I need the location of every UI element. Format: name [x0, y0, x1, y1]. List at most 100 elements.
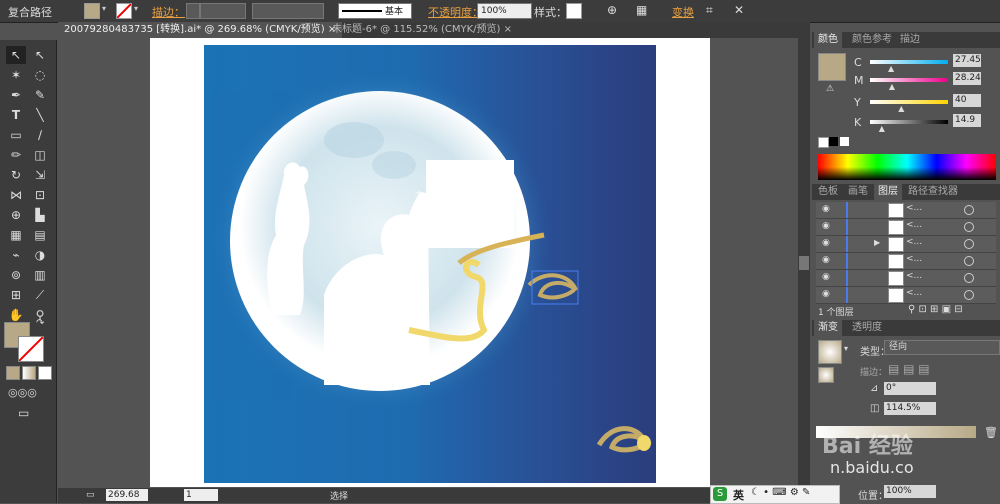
- layer-name[interactable]: <...: [906, 237, 922, 247]
- yellow-value-input[interactable]: 40: [953, 94, 981, 107]
- line-tool-icon[interactable]: ╲: [30, 106, 50, 124]
- stroke-dropdown-icon[interactable]: ▾: [134, 4, 138, 13]
- delete-stop-icon[interactable]: 🗑: [984, 426, 998, 439]
- layer-row[interactable]: ◉ <...: [816, 219, 996, 236]
- tab-swatches[interactable]: 色板: [814, 184, 842, 200]
- pencil-icon[interactable]: ✏: [6, 146, 26, 164]
- scale-tool-icon[interactable]: ⇲: [30, 166, 50, 184]
- free-transform-icon[interactable]: ⊡: [30, 186, 50, 204]
- opacity-label[interactable]: 不透明度：: [428, 4, 483, 20]
- symbol-sprayer-icon[interactable]: ⊚: [6, 266, 26, 284]
- vertical-scrollbar[interactable]: [798, 38, 810, 488]
- paintbrush-icon[interactable]: ∕: [30, 126, 50, 144]
- layer-row[interactable]: ◉ <...: [816, 287, 996, 304]
- tab-document-1[interactable]: 20079280483735 [转换].ai* @ 269.68% (CMYK/…: [58, 22, 343, 38]
- brush-definition-dropdown[interactable]: 基本: [338, 3, 412, 19]
- rectangle-tool-icon[interactable]: ▭: [6, 126, 26, 144]
- black-value-input[interactable]: 14.9: [953, 114, 981, 127]
- layer-row[interactable]: ◉ <...: [816, 202, 996, 219]
- target-circle-icon[interactable]: [964, 222, 974, 232]
- artwork[interactable]: [204, 45, 656, 483]
- slider-thumb-icon[interactable]: ▲: [888, 64, 894, 73]
- mesh-tool-icon[interactable]: ▦: [6, 226, 26, 244]
- fill-swatch[interactable]: [84, 3, 100, 19]
- curvature-tool-icon[interactable]: ✎: [30, 86, 50, 104]
- slider-thumb-icon[interactable]: ▲: [898, 104, 904, 113]
- graph-tool-icon[interactable]: ▥: [30, 266, 50, 284]
- eye-icon[interactable]: ◉: [822, 204, 830, 214]
- eraser-icon[interactable]: ◫: [30, 146, 50, 164]
- layer-row[interactable]: ◉ <...: [816, 253, 996, 270]
- magenta-slider[interactable]: [870, 78, 948, 82]
- layer-row[interactable]: ◉ ▶ <...: [816, 236, 996, 253]
- target-circle-icon[interactable]: [964, 205, 974, 215]
- cyan-value-input[interactable]: 27.45: [953, 54, 981, 67]
- lasso-icon[interactable]: ◌: [30, 66, 50, 84]
- stroke-weight-stepper[interactable]: [186, 3, 200, 19]
- black-color-icon[interactable]: [829, 137, 838, 146]
- cyan-slider[interactable]: [870, 60, 948, 64]
- magenta-value-input[interactable]: 28.24: [953, 72, 981, 85]
- panel-menu-icon[interactable]: ✕: [734, 3, 744, 17]
- zoom-input[interactable]: 269.68: [106, 489, 148, 501]
- eye-icon[interactable]: ◉: [822, 238, 830, 248]
- screen-mode-icon[interactable]: ▭: [18, 406, 29, 420]
- artboard-tool-icon[interactable]: ⊞: [6, 286, 26, 304]
- eye-icon[interactable]: ◉: [822, 255, 830, 265]
- layer-row[interactable]: ◉ <...: [816, 270, 996, 287]
- layer-name[interactable]: <...: [906, 254, 922, 264]
- tab-color[interactable]: 颜色: [814, 32, 842, 48]
- color-spectrum[interactable]: [818, 154, 996, 180]
- expand-arrow-icon[interactable]: ▶: [874, 238, 880, 247]
- opacity-input[interactable]: 100%: [477, 3, 532, 19]
- slice-tool-icon[interactable]: ⟋: [30, 286, 50, 304]
- transform-label[interactable]: 变换: [672, 4, 694, 20]
- ime-tools-icons[interactable]: ☾ • ⌨ ⚙ ✎: [751, 487, 810, 498]
- layer-name[interactable]: <...: [906, 203, 922, 213]
- none-mode-icon[interactable]: [38, 366, 52, 380]
- layer-name[interactable]: <...: [906, 271, 922, 281]
- color-mode-icon[interactable]: [6, 366, 20, 380]
- stroke-color-box[interactable]: [18, 336, 44, 362]
- target-circle-icon[interactable]: [964, 239, 974, 249]
- recolor-artwork-icon[interactable]: ⊕: [607, 3, 617, 17]
- ime-language-label[interactable]: 英: [733, 487, 744, 503]
- eye-icon[interactable]: ◉: [822, 289, 830, 299]
- selection-tool-icon[interactable]: ↖: [6, 46, 26, 64]
- isolate-icon[interactable]: ⌗: [706, 3, 713, 18]
- target-circle-icon[interactable]: [964, 273, 974, 283]
- perspective-grid-icon[interactable]: ▙: [30, 206, 50, 224]
- magic-wand-icon[interactable]: ✶: [6, 66, 26, 84]
- align-icon[interactable]: ▦: [636, 3, 647, 17]
- gradient-type-select[interactable]: 径向: [884, 340, 1000, 355]
- type-tool-icon[interactable]: T: [6, 106, 26, 124]
- gamut-warning-icon[interactable]: ⚠: [826, 84, 834, 94]
- eyedropper-icon[interactable]: ⌁: [6, 246, 26, 264]
- pen-tool-icon[interactable]: ✒: [6, 86, 26, 104]
- tab-brushes[interactable]: 画笔: [844, 184, 872, 200]
- width-tool-icon[interactable]: ⋈: [6, 186, 26, 204]
- target-circle-icon[interactable]: [964, 290, 974, 300]
- stroke-weight-input[interactable]: [200, 3, 246, 19]
- tab-document-2[interactable]: 未标题-6* @ 115.52% (CMYK/预览) ×: [326, 22, 518, 38]
- eye-icon[interactable]: ◉: [822, 221, 830, 231]
- stroke-label[interactable]: 描边：: [152, 4, 185, 20]
- eye-icon[interactable]: ◉: [822, 272, 830, 282]
- draw-mode-icon[interactable]: ◎◎◎: [8, 386, 37, 399]
- none-color-icon[interactable]: [818, 137, 829, 148]
- tab-stroke[interactable]: 描边: [896, 32, 924, 48]
- location-input[interactable]: 100%: [884, 485, 936, 498]
- direct-selection-tool-icon[interactable]: ↖: [30, 46, 50, 64]
- sogou-logo-icon[interactable]: S: [713, 487, 727, 501]
- style-swatch[interactable]: [566, 3, 582, 19]
- stroke-swatch[interactable]: [116, 3, 132, 19]
- slider-thumb-icon[interactable]: ▲: [889, 82, 895, 91]
- gradient-fill-box[interactable]: [818, 367, 834, 383]
- tab-transparency[interactable]: 透明度: [848, 320, 886, 336]
- tab-color-guide[interactable]: 颜色参考: [848, 32, 896, 48]
- scroll-thumb[interactable]: [799, 256, 809, 270]
- gradient-preview[interactable]: [818, 340, 842, 364]
- close-icon[interactable]: ×: [504, 24, 512, 35]
- white-color-icon[interactable]: [840, 137, 849, 146]
- artboard-number-input[interactable]: 1: [184, 489, 218, 501]
